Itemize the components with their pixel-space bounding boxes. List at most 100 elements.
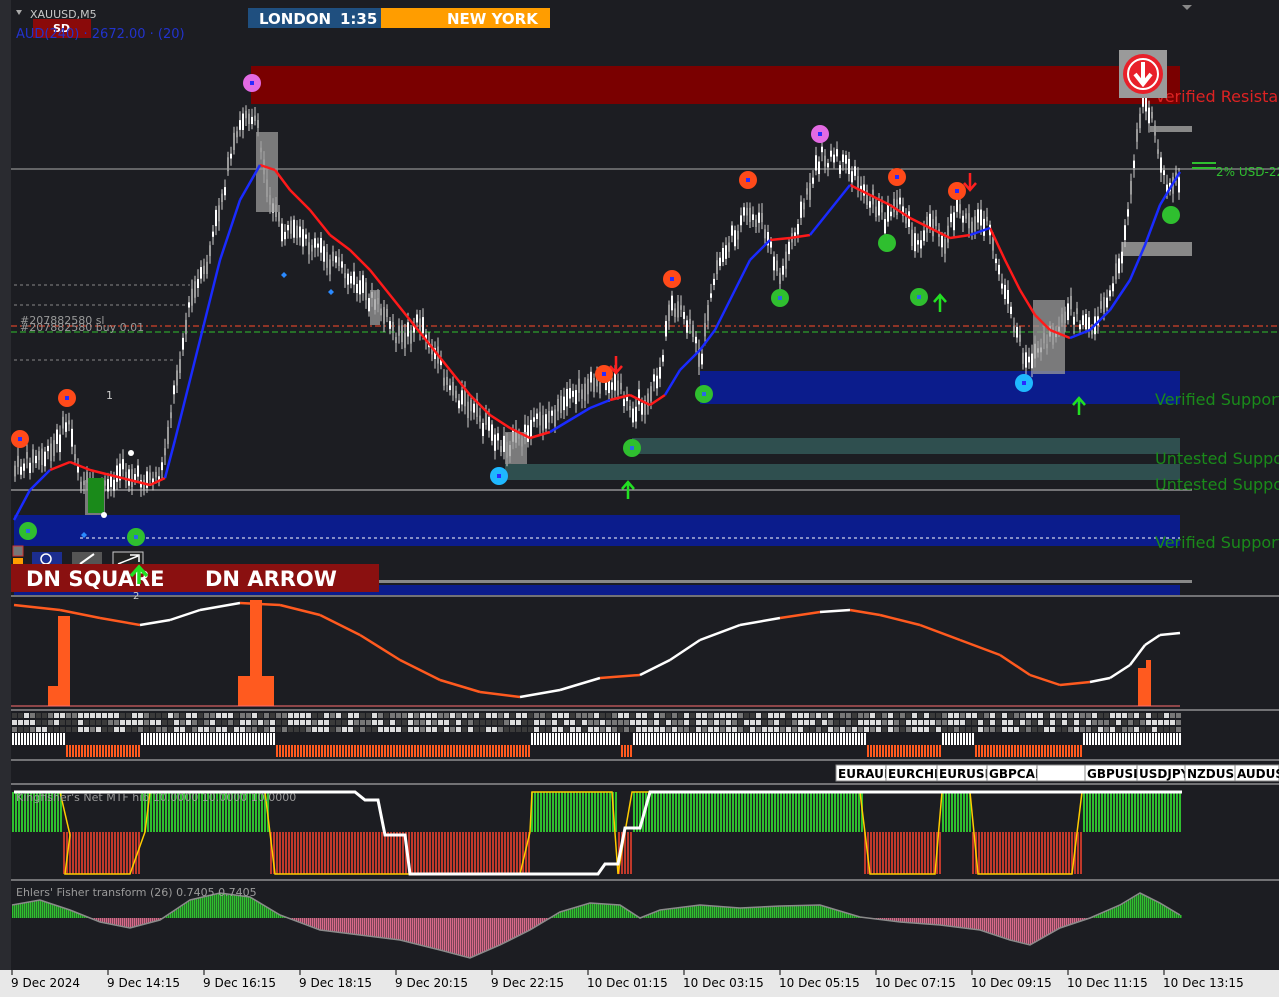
kingfisher-bar-bull — [1092, 792, 1094, 832]
kingfisher-bar-bear — [78, 832, 80, 874]
trend-dot — [528, 727, 533, 732]
trend-dot — [390, 727, 395, 732]
fisher-bar-down — [114, 918, 116, 925]
price-candle — [227, 157, 229, 172]
untested-support-zone[interactable] — [505, 464, 1180, 480]
trend-dot — [1104, 727, 1109, 732]
kingfisher-bar-bear — [288, 832, 290, 874]
fisher-bar-down — [138, 918, 140, 926]
price-candle — [1106, 297, 1108, 308]
fisher-bar-up — [794, 905, 796, 918]
trend-dot — [564, 720, 569, 725]
trend-dot — [1050, 713, 1055, 718]
kingfisher-bar-bear — [939, 832, 941, 874]
trend-dot — [480, 727, 485, 732]
kingfisher-bar-bear — [1029, 832, 1031, 874]
trend-dot — [222, 727, 227, 732]
square-toggle-icon[interactable] — [12, 545, 24, 557]
trend-dot — [516, 713, 521, 718]
fisher-bar-down — [1012, 918, 1014, 941]
strip-bar-bull — [804, 733, 806, 745]
buy-dot-icon-core — [702, 392, 706, 396]
fisher-bar-up — [1110, 909, 1112, 918]
trend-dot — [942, 713, 947, 718]
price-candle — [827, 163, 829, 168]
price-candle — [233, 132, 235, 151]
trend-dot — [996, 713, 1001, 718]
fisher-bar-down — [528, 918, 530, 931]
strip-bar-bear — [78, 745, 80, 757]
kingfisher-bar-bull — [951, 792, 953, 832]
trend-dot — [846, 720, 851, 725]
price-candle — [203, 265, 205, 275]
trend-dot — [420, 720, 425, 725]
kingfisher-bar-bull — [561, 792, 563, 832]
kingfisher-bar-bull — [1164, 792, 1166, 832]
kingfisher-bar-bull — [669, 792, 671, 832]
kingfisher-bar-bear — [369, 832, 371, 874]
price-candle — [830, 150, 832, 157]
kingfisher-bar-bear — [357, 832, 359, 874]
fisher-bar-up — [192, 899, 194, 918]
kingfisher-bar-bear — [318, 832, 320, 874]
strip-bar-bull — [852, 733, 854, 745]
gray-marker — [1122, 242, 1192, 256]
verified-support-zone[interactable] — [700, 371, 1180, 404]
strip-bar-bear — [447, 745, 449, 757]
price-candle — [746, 207, 748, 216]
fisher-bar-down — [384, 918, 386, 938]
price-candle — [968, 213, 970, 229]
fisher-bar-down — [360, 918, 362, 935]
strip-bar-bull — [189, 733, 191, 745]
fisher-bar-down — [952, 918, 954, 927]
strip-bar-bull — [771, 733, 773, 745]
kingfisher-bar-bull — [573, 792, 575, 832]
trend-dot — [396, 720, 401, 725]
strip-bar-bear — [360, 745, 362, 757]
trend-dot — [624, 727, 629, 732]
price-candle — [986, 216, 988, 222]
trend-dot — [234, 727, 239, 732]
price-candle — [911, 229, 913, 246]
price-candle — [359, 280, 361, 295]
trend-dot — [732, 720, 737, 725]
trend-dot — [84, 720, 89, 725]
strip-bar-bull — [963, 733, 965, 745]
resistance-zone[interactable] — [251, 66, 1180, 104]
strip-bar-bull — [732, 733, 734, 745]
price-candle — [869, 201, 871, 208]
kingfisher-bar-bull — [837, 792, 839, 832]
trend-dot — [354, 713, 359, 718]
price-candle — [443, 377, 445, 386]
price-candle — [230, 153, 232, 159]
trend-dot — [768, 720, 773, 725]
strip-bar-bear — [1041, 745, 1043, 757]
trend-dot — [540, 727, 545, 732]
strip-bar-bear — [1014, 745, 1016, 757]
strip-bar-bear — [135, 745, 137, 757]
buy-dot-icon-core — [778, 296, 782, 300]
strip-bar-bear — [357, 745, 359, 757]
trend-dot — [1122, 727, 1127, 732]
verified-support-zone[interactable] — [14, 515, 1180, 546]
strip-bar-bull — [258, 733, 260, 745]
kingfisher-bar-bull — [699, 792, 701, 832]
price-candle — [308, 242, 310, 255]
trading-chart[interactable]: Verified Resistance Verified Support Unt… — [0, 0, 1279, 997]
price-candle — [800, 201, 802, 218]
untested-support-zone[interactable] — [632, 438, 1180, 454]
trend-dot — [1176, 727, 1181, 732]
trend-dot — [678, 720, 683, 725]
fisher-bar-down — [516, 918, 518, 937]
fisher-bar-down — [526, 918, 528, 932]
trend-dot — [12, 720, 17, 725]
kingfisher-bar-bear — [1032, 832, 1034, 874]
trend-dot — [90, 720, 95, 725]
kingfisher-bar-bull — [1140, 792, 1142, 832]
strip-bar-bear — [900, 745, 902, 757]
trend-dot — [372, 727, 377, 732]
fisher-bar-up — [666, 909, 668, 918]
kingfisher-bar-bull — [603, 792, 605, 832]
fisher-bar-down — [1032, 918, 1034, 944]
trend-dot — [210, 727, 215, 732]
